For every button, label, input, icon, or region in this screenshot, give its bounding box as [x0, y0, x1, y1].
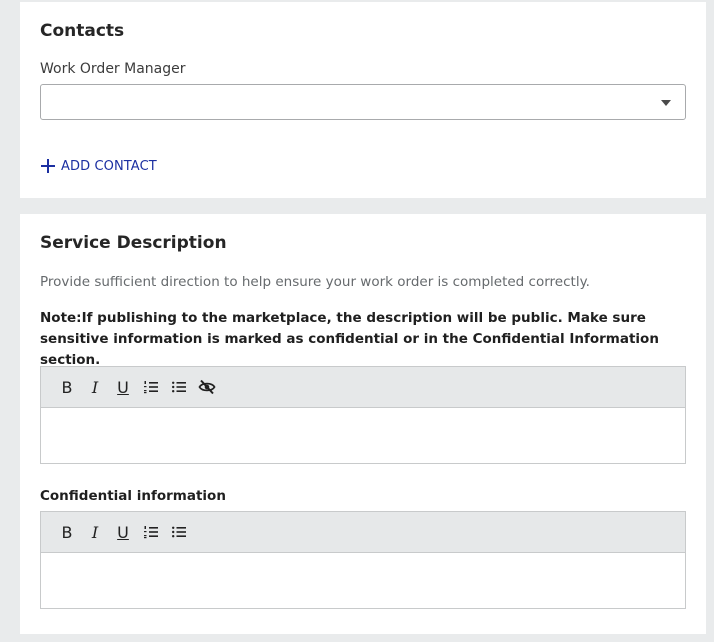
underline-button[interactable]: U	[109, 373, 137, 401]
contacts-card: Contacts Work Order Manager ADD CONTACT	[20, 2, 706, 198]
work-order-manager-label: Work Order Manager	[40, 61, 186, 77]
bullet-list-button[interactable]	[165, 518, 193, 546]
contacts-title: Contacts	[40, 21, 125, 41]
confidential-toolbar: B I U	[41, 512, 685, 553]
ordered-list-icon	[144, 381, 158, 394]
add-contact-button[interactable]: ADD CONTACT	[40, 158, 157, 174]
bold-icon: B	[61, 522, 73, 542]
service-note: Note:If publishing to the marketplace, t…	[40, 310, 659, 368]
eye-off-icon	[198, 379, 216, 395]
plus-icon	[41, 159, 55, 173]
work-order-manager-select[interactable]	[40, 84, 686, 120]
bullet-list-icon	[172, 381, 186, 393]
bold-button[interactable]: B	[53, 518, 81, 546]
underline-icon: U	[117, 522, 129, 542]
italic-icon: I	[91, 377, 99, 397]
underline-icon: U	[117, 377, 129, 397]
bold-button[interactable]: B	[53, 373, 81, 401]
service-description-card: Service Description Provide sufficient d…	[20, 214, 706, 634]
service-help-text: Provide sufficient direction to help ens…	[40, 274, 590, 290]
add-contact-label: ADD CONTACT	[61, 158, 157, 174]
bold-icon: B	[61, 377, 73, 397]
service-description-title: Service Description	[40, 233, 227, 253]
italic-button[interactable]: I	[81, 373, 109, 401]
italic-button[interactable]: I	[81, 518, 109, 546]
confidential-input[interactable]	[41, 553, 685, 608]
underline-button[interactable]: U	[109, 518, 137, 546]
ordered-list-button[interactable]	[137, 373, 165, 401]
confidential-editor: B I U	[40, 511, 686, 609]
description-editor: B I U	[40, 366, 686, 464]
bullet-list-button[interactable]	[165, 373, 193, 401]
confidential-toggle-button[interactable]	[193, 373, 221, 401]
italic-icon: I	[91, 522, 99, 542]
ordered-list-icon	[144, 526, 158, 539]
confidential-information-label: Confidential information	[40, 488, 226, 504]
chevron-down-icon	[661, 100, 671, 106]
bullet-list-icon	[172, 526, 186, 538]
description-input[interactable]	[41, 408, 685, 463]
ordered-list-button[interactable]	[137, 518, 165, 546]
description-toolbar: B I U	[41, 367, 685, 408]
